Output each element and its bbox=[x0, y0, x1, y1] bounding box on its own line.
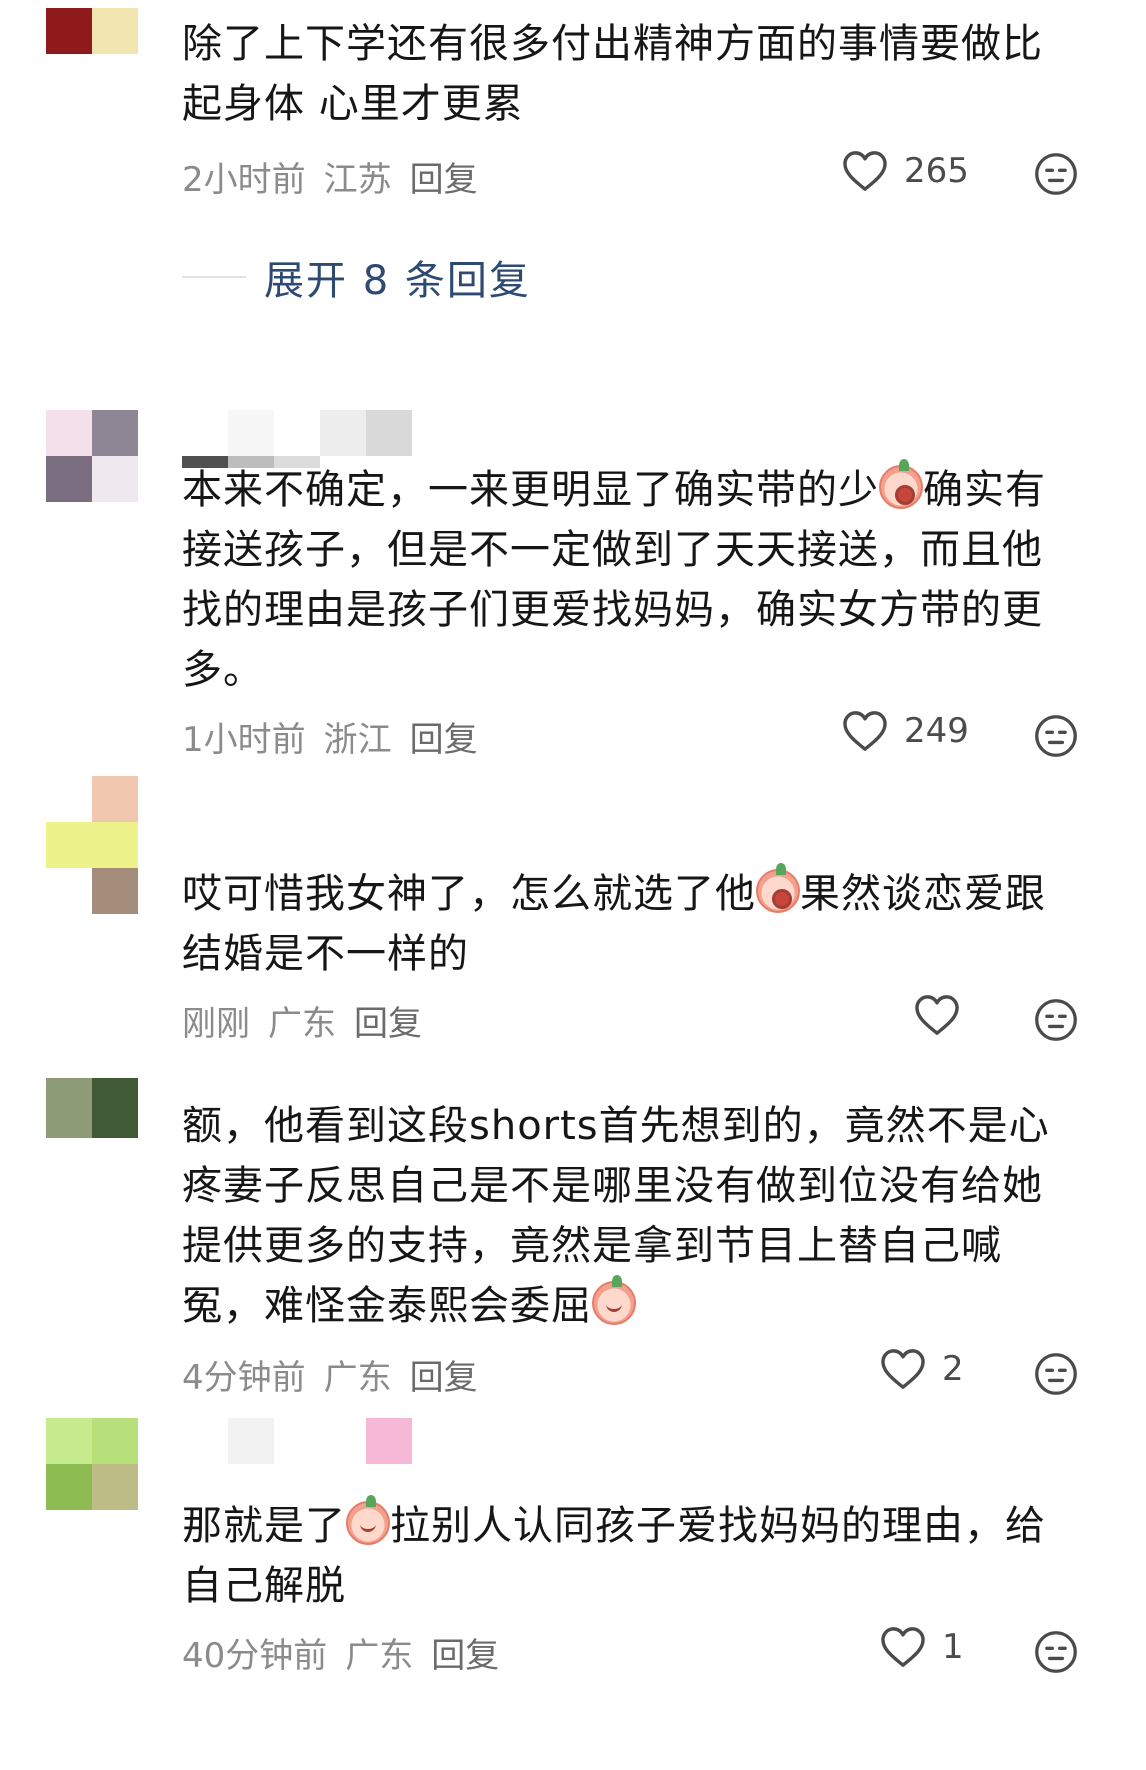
reply-button[interactable]: 回复 bbox=[410, 1350, 478, 1399]
comment-location: 江苏 bbox=[323, 160, 392, 200]
like-count: 249 bbox=[904, 711, 969, 751]
peach-emoji-icon bbox=[346, 1495, 390, 1545]
avatar[interactable] bbox=[46, 776, 138, 914]
expand-replies-label[interactable]: 展开 8 条回复 bbox=[264, 248, 531, 306]
comment-text: 额，他看到这段shorts首先想到的，竟然不是心疼妻子反思自己是不是哪里没有做到… bbox=[182, 1096, 1082, 1336]
comment-time: 1小时前 bbox=[182, 720, 306, 760]
neutral-face-icon[interactable] bbox=[1034, 714, 1078, 758]
reply-button[interactable]: 回复 bbox=[431, 1628, 499, 1677]
comment-text-part: 哎可惜我女神了，怎么就选了他 bbox=[182, 871, 756, 917]
reply-button[interactable]: 回复 bbox=[354, 996, 422, 1045]
comment-meta: 4分钟前 广东 回复 bbox=[182, 1350, 478, 1399]
neutral-face-icon[interactable] bbox=[1034, 1352, 1078, 1396]
comment-text: 哎可惜我女神了，怎么就选了他 果然谈恋爱跟结婚是不一样的 bbox=[182, 863, 1082, 984]
reply-button[interactable]: 回复 bbox=[410, 712, 478, 761]
like-count: 265 bbox=[904, 151, 969, 191]
heart-outline-icon bbox=[843, 151, 887, 191]
comment-location: 广东 bbox=[323, 1358, 392, 1398]
comment-text: 本来不确定，一来更明显了确实带的少 确实有接送孩子，但是不一定做到了天天接送，而且… bbox=[182, 459, 1082, 700]
heart-outline-icon bbox=[915, 995, 959, 1035]
comment-location: 浙江 bbox=[323, 720, 392, 760]
comment-location: 广东 bbox=[268, 1004, 336, 1044]
comment-location: 广东 bbox=[345, 1636, 414, 1676]
like-count: 1 bbox=[942, 1627, 964, 1667]
heart-outline-icon bbox=[843, 711, 887, 751]
avatar[interactable] bbox=[46, 0, 138, 54]
like-button[interactable] bbox=[914, 994, 960, 1036]
comment-time: 2小时前 bbox=[182, 160, 306, 200]
neutral-face-icon[interactable] bbox=[1034, 152, 1078, 196]
comment-time: 刚刚 bbox=[182, 1004, 250, 1044]
neutral-face-icon[interactable] bbox=[1034, 1630, 1078, 1674]
comment-text: 那就是了 拉别人认同孩子爱找妈妈的理由，给自己解脱 bbox=[182, 1495, 1082, 1616]
neutral-face-icon[interactable] bbox=[1034, 998, 1078, 1042]
comment-meta: 2小时前 江苏 回复 bbox=[182, 152, 478, 201]
comment-time: 40分钟前 bbox=[182, 1636, 328, 1676]
comment-meta: 刚刚 广东 回复 bbox=[182, 996, 422, 1045]
like-button[interactable]: 1 bbox=[880, 1626, 964, 1668]
peach-emoji-icon bbox=[756, 863, 800, 913]
avatar[interactable] bbox=[46, 1418, 138, 1510]
comment-meta: 1小时前 浙江 回复 bbox=[182, 712, 478, 761]
comment-time: 4分钟前 bbox=[182, 1358, 306, 1398]
comment-text-part: 那就是了 bbox=[182, 1503, 346, 1549]
comment-text-part: 本来不确定，一来更明显了确实带的少 bbox=[182, 467, 879, 513]
like-count: 2 bbox=[942, 1349, 964, 1389]
like-button[interactable]: 265 bbox=[842, 150, 969, 192]
avatar[interactable] bbox=[46, 410, 138, 502]
username-blurred[interactable] bbox=[182, 1418, 412, 1464]
comment-meta: 40分钟前 广东 回复 bbox=[182, 1628, 499, 1677]
avatar[interactable] bbox=[46, 1078, 138, 1138]
peach-emoji-icon bbox=[879, 459, 923, 509]
like-button[interactable]: 249 bbox=[842, 710, 969, 752]
expand-divider bbox=[182, 276, 246, 278]
comment-text: 除了上下学还有很多付出精神方面的事情要做比起身体 心里才更累 bbox=[182, 21, 1043, 127]
peach-emoji-icon bbox=[592, 1275, 636, 1325]
heart-outline-icon bbox=[881, 1349, 925, 1389]
reply-button[interactable]: 回复 bbox=[410, 152, 478, 201]
heart-outline-icon bbox=[881, 1627, 925, 1667]
expand-replies[interactable]: 展开 8 条回复 bbox=[182, 248, 531, 306]
like-button[interactable]: 2 bbox=[880, 1348, 964, 1390]
